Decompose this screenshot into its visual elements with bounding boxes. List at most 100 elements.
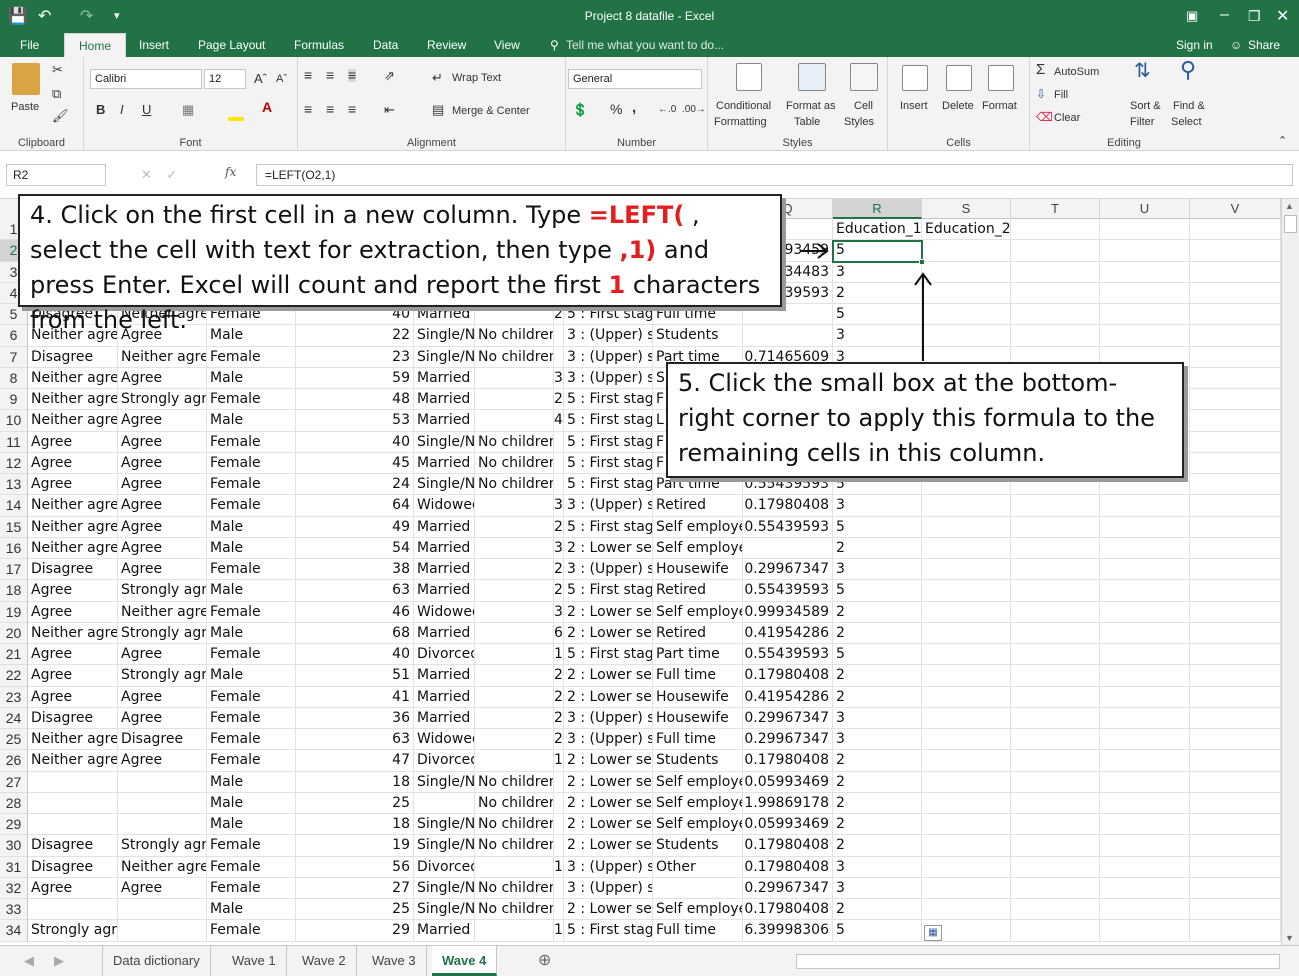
cell[interactable] [1190, 219, 1281, 241]
merge-icon[interactable]: ▤ [432, 103, 444, 116]
cell[interactable]: Agree [28, 665, 118, 687]
cell[interactable]: 2 [554, 707, 564, 729]
cell[interactable]: Male [207, 325, 296, 347]
cell[interactable] [475, 537, 554, 559]
tab-data[interactable]: Data [369, 33, 402, 57]
row-header[interactable]: 29 [0, 814, 28, 836]
cell[interactable] [475, 665, 554, 687]
cell[interactable]: Neither agree [118, 601, 207, 623]
cell[interactable]: Divorced [414, 750, 475, 772]
insert-cells-icon[interactable] [902, 65, 928, 91]
cell[interactable]: Female [207, 877, 296, 899]
cell[interactable]: Housewife [653, 686, 743, 708]
cell[interactable]: 2 : Lower sec [564, 835, 653, 857]
cell[interactable] [475, 920, 554, 942]
cell[interactable] [743, 304, 833, 326]
cell[interactable] [475, 729, 554, 751]
cell[interactable]: Male [207, 516, 296, 538]
cell[interactable] [554, 452, 564, 474]
cell[interactable] [28, 792, 118, 814]
cell[interactable] [1011, 304, 1100, 326]
cell[interactable]: Education_1 [833, 219, 922, 241]
cell[interactable] [475, 750, 554, 772]
cell[interactable]: Retired [653, 622, 743, 644]
cell[interactable]: No children [475, 835, 554, 857]
cell[interactable]: Married [414, 452, 475, 474]
tab-review[interactable]: Review [423, 33, 470, 57]
cell[interactable] [475, 304, 554, 326]
cell[interactable]: Male [207, 410, 296, 432]
clear-button[interactable]: Clear [1054, 112, 1080, 125]
cell[interactable]: 1 [554, 644, 564, 666]
cell[interactable]: Agree [118, 537, 207, 559]
cell[interactable]: Married [414, 516, 475, 538]
share-button[interactable]: Share [1244, 33, 1284, 57]
cell[interactable]: 2 : Lower sec [564, 601, 653, 623]
cell[interactable] [922, 622, 1011, 644]
cell[interactable] [1190, 367, 1281, 389]
cell[interactable]: Agree [118, 516, 207, 538]
cell[interactable] [1190, 622, 1281, 644]
cell[interactable] [475, 389, 554, 411]
cell[interactable] [554, 899, 564, 921]
cell[interactable]: 40 [296, 304, 414, 326]
cell[interactable] [1190, 452, 1281, 474]
cell[interactable] [554, 814, 564, 836]
row-header[interactable]: 5 [0, 304, 28, 326]
minimize-icon[interactable]: – [1220, 6, 1229, 24]
cell[interactable] [475, 856, 554, 878]
cell[interactable] [1190, 771, 1281, 793]
cell[interactable]: 0.29967347 [743, 707, 833, 729]
cell[interactable] [1011, 729, 1100, 751]
cell[interactable] [922, 877, 1011, 899]
cell[interactable] [922, 729, 1011, 751]
cell[interactable]: Agree [118, 431, 207, 453]
cell[interactable]: Female [207, 452, 296, 474]
delete-button[interactable]: Delete [942, 100, 974, 113]
cell[interactable]: 0.17980408 [743, 899, 833, 921]
cell[interactable]: 5 [833, 304, 922, 326]
cut-icon[interactable]: ✂ [52, 63, 63, 76]
cell[interactable]: Disagree [28, 856, 118, 878]
cell[interactable]: 46 [296, 601, 414, 623]
cell[interactable] [922, 792, 1011, 814]
name-box[interactable]: R2 [6, 164, 106, 186]
cell[interactable]: Married [414, 537, 475, 559]
cell[interactable]: Agree [28, 686, 118, 708]
cell[interactable]: Single/Never [414, 899, 475, 921]
cell[interactable]: Strongly agree [118, 835, 207, 857]
cell[interactable] [922, 240, 1011, 262]
conditional-label-1[interactable]: Conditional [716, 100, 771, 113]
cell[interactable] [1100, 792, 1190, 814]
cell[interactable]: 3 : (Upper) s [564, 325, 653, 347]
row-header[interactable]: 12 [0, 452, 28, 474]
close-icon[interactable]: ✕ [1276, 6, 1289, 26]
cell[interactable] [1100, 495, 1190, 517]
fill-button[interactable]: Fill [1054, 89, 1068, 102]
cell[interactable]: Neither agree [118, 856, 207, 878]
cell[interactable]: Female [207, 346, 296, 368]
cell[interactable] [1011, 325, 1100, 347]
cell[interactable] [1011, 240, 1100, 262]
sheet-tab-wave-2[interactable]: Wave 2 [292, 946, 357, 976]
cell[interactable] [1100, 920, 1190, 942]
cell[interactable]: 2 : Lower sec [564, 814, 653, 836]
cell[interactable]: Widowed [414, 495, 475, 517]
cell[interactable]: 5 : First stag [564, 644, 653, 666]
insert-button[interactable]: Insert [900, 100, 928, 113]
cell[interactable]: 63 [296, 729, 414, 751]
cell[interactable]: Neither agree [28, 729, 118, 751]
cell[interactable]: Single/Never [414, 771, 475, 793]
align-middle-icon[interactable]: ≡ [326, 68, 334, 82]
cell[interactable] [1011, 686, 1100, 708]
cell[interactable]: 2 : Lower sec [564, 686, 653, 708]
row-header[interactable]: 8 [0, 367, 28, 389]
cell[interactable] [922, 771, 1011, 793]
cell[interactable]: 2 : Lower sec [564, 899, 653, 921]
autofill-options-icon[interactable]: ▦ [924, 925, 942, 941]
cell[interactable] [922, 814, 1011, 836]
row-header[interactable]: 17 [0, 559, 28, 581]
cell[interactable]: Disagree [28, 346, 118, 368]
col-header-v[interactable]: V [1190, 199, 1281, 219]
cell[interactable]: Disagree [28, 707, 118, 729]
